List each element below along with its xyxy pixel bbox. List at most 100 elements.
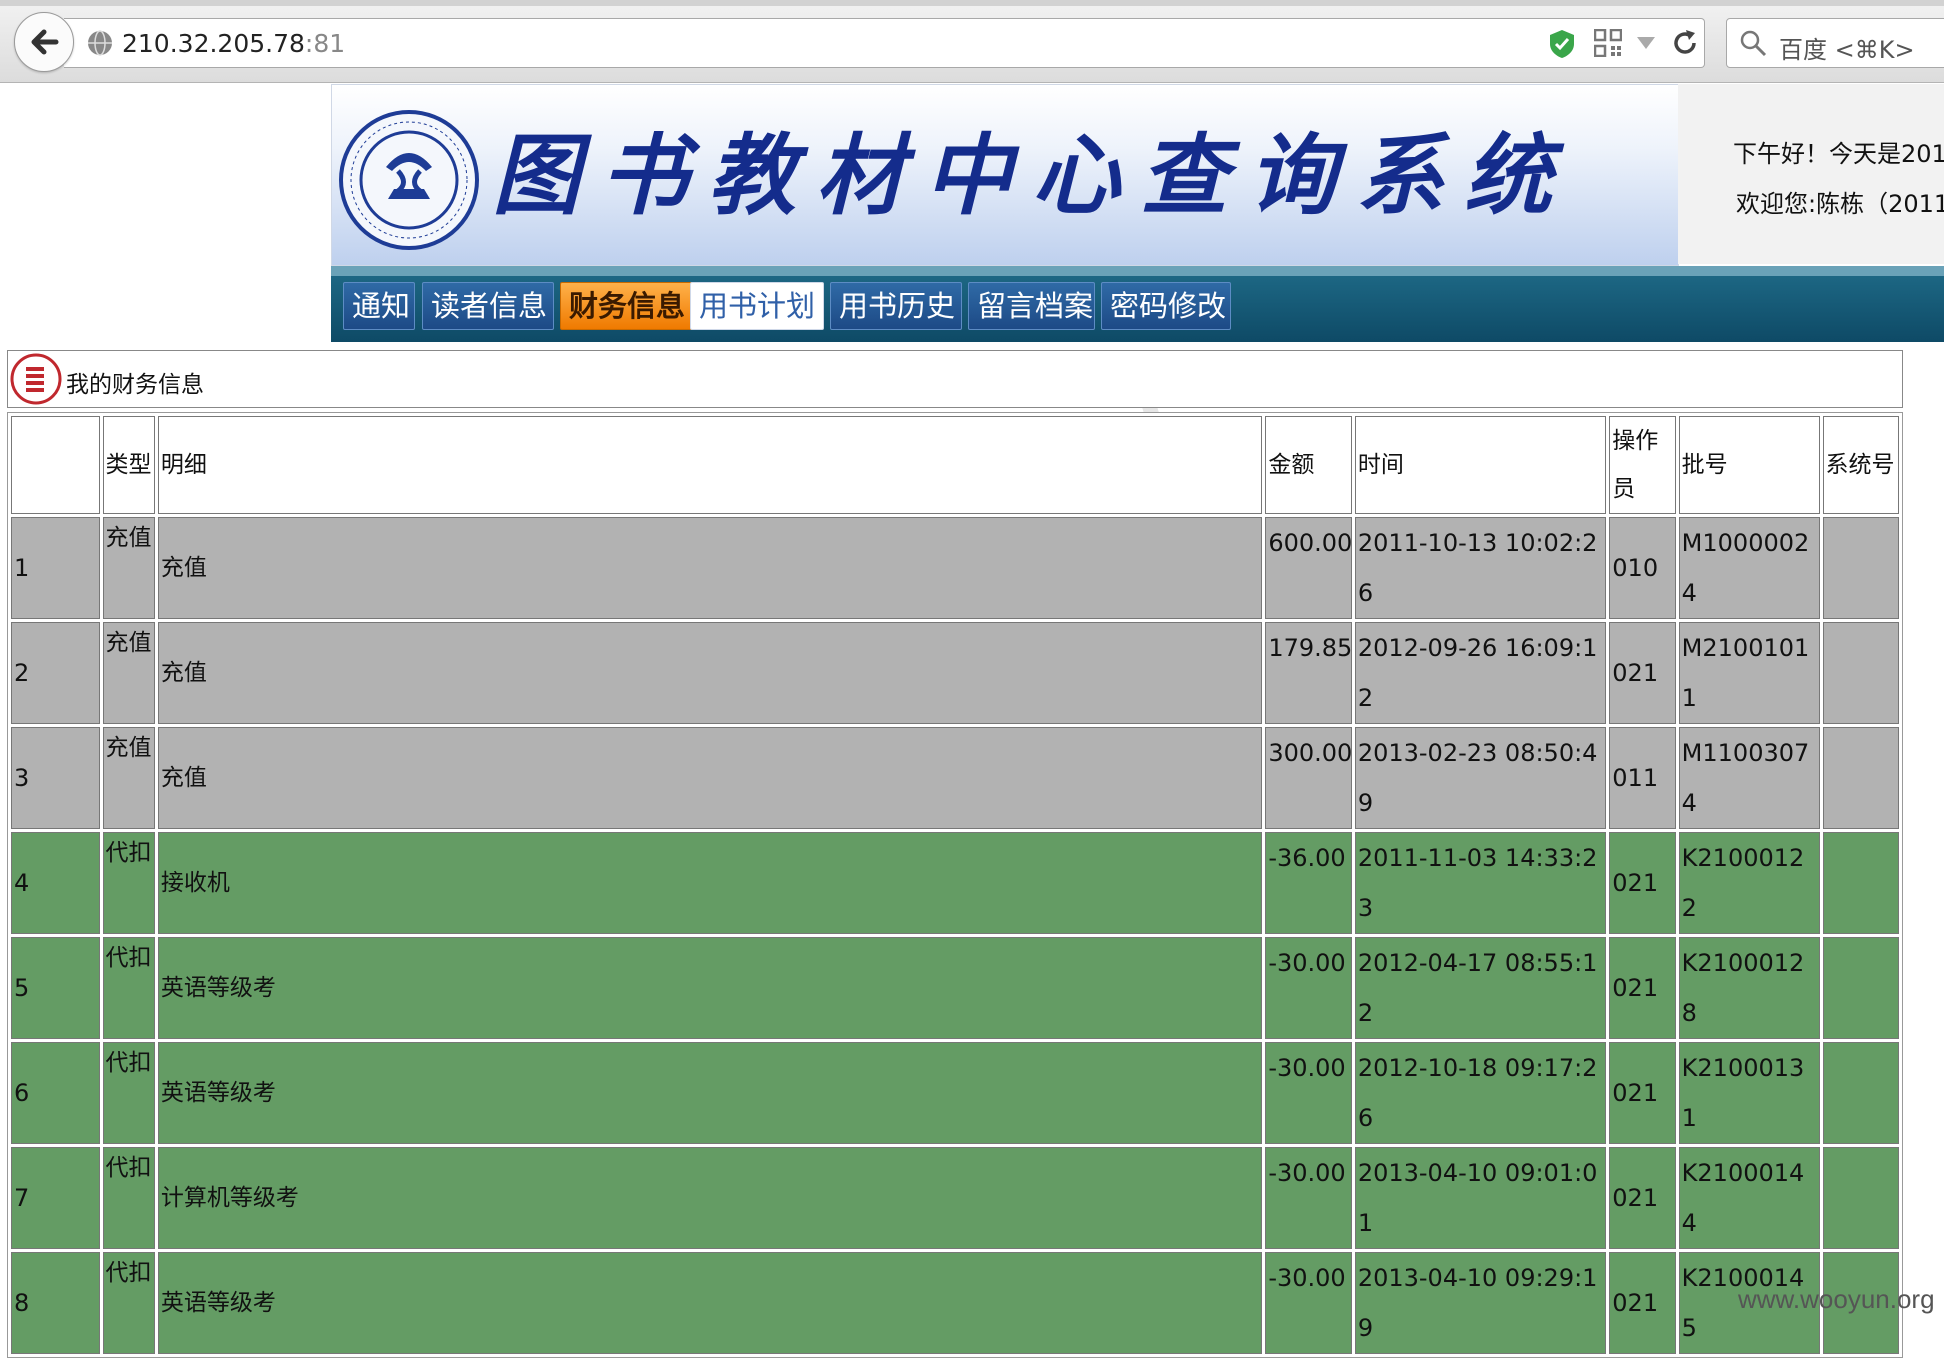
cell-type: 代扣 <box>102 937 155 1039</box>
cell-detail: 充值 <box>157 727 1263 829</box>
cell-amount: -30.00 <box>1265 1252 1352 1354</box>
col-header-type: 类型 <box>102 416 155 514</box>
greeting-panel: 下午好！今天是201 欢迎您:陈栋（2011 <box>1678 84 1944 264</box>
browser-toolbar: 210.32.205.78:81 百度 <⌘K> <box>0 0 1944 83</box>
cell-type: 充值 <box>102 517 155 619</box>
cell-detail: 计算机等级考 <box>157 1147 1263 1249</box>
cell-no: 4 <box>11 832 100 934</box>
cell-type: 代扣 <box>102 832 155 934</box>
cell-detail: 充值 <box>157 517 1263 619</box>
cell-no: 2 <box>11 622 100 724</box>
cell-operator: 021 <box>1609 832 1676 934</box>
tab-book-history[interactable]: 用书历史 <box>830 282 962 330</box>
table-row: 1 充值 充值 600.00 2011-10-13 10:02:26 010 M… <box>11 517 1899 619</box>
table-row: 3 充值 充值 300.00 2013-02-23 08:50:49 011 M… <box>11 727 1899 829</box>
url-port: :81 <box>304 29 346 58</box>
cell-time: 2013-04-10 09:29:19 <box>1354 1252 1607 1354</box>
cell-batch: M11003074 <box>1678 727 1820 829</box>
cell-amount: 300.00 <box>1265 727 1352 829</box>
shield-check-icon[interactable] <box>1548 29 1576 63</box>
cell-type: 代扣 <box>102 1147 155 1249</box>
cell-no: 7 <box>11 1147 100 1249</box>
tab-reader-info[interactable]: 读者信息 <box>422 282 554 330</box>
page-title: 图书教材中心查询系统 <box>492 123 1573 227</box>
col-header-sysno: 系统号 <box>1822 416 1899 514</box>
cell-no: 1 <box>11 517 100 619</box>
cell-no: 6 <box>11 1042 100 1144</box>
col-header-detail: 明细 <box>157 416 1263 514</box>
table-row: 5 代扣 英语等级考 -30.00 2012-04-17 08:55:12 02… <box>11 937 1899 1039</box>
cell-time: 2013-02-23 08:50:49 <box>1354 727 1607 829</box>
cell-type: 代扣 <box>102 1252 155 1354</box>
cell-amount: -30.00 <box>1265 1042 1352 1144</box>
tab-notice[interactable]: 通知 <box>343 282 415 330</box>
cell-amount: 179.85 <box>1265 622 1352 724</box>
cell-operator: 021 <box>1609 1042 1676 1144</box>
cell-detail: 接收机 <box>157 832 1263 934</box>
greeting-time: 下午好！今天是201 <box>1733 140 1944 168</box>
dropdown-icon[interactable] <box>1636 35 1656 54</box>
cell-detail: 充值 <box>157 622 1263 724</box>
table-header-row: 类型 明细 金额 时间 操作员 批号 系统号 <box>11 416 1899 514</box>
cell-time: 2011-10-13 10:02:26 <box>1354 517 1607 619</box>
table-row: 4 代扣 接收机 -36.00 2011-11-03 14:33:23 021 … <box>11 832 1899 934</box>
cell-type: 代扣 <box>102 1042 155 1144</box>
col-header-operator: 操作员 <box>1609 416 1676 514</box>
cell-operator: 021 <box>1609 1147 1676 1249</box>
cell-detail: 英语等级考 <box>157 937 1263 1039</box>
cell-time: 2013-04-10 09:01:01 <box>1354 1147 1607 1249</box>
cell-batch: K21000128 <box>1678 937 1820 1039</box>
cell-amount: -30.00 <box>1265 1147 1352 1249</box>
cell-batch: M10000024 <box>1678 517 1820 619</box>
greeting-user: 欢迎您:陈栋（2011 <box>1736 190 1944 218</box>
cell-batch: M21001011 <box>1678 622 1820 724</box>
cell-operator: 010 <box>1609 517 1676 619</box>
site-watermark: www.wooyun.org <box>1738 1284 1935 1314</box>
search-placeholder: 百度 <⌘K> <box>1779 36 1915 64</box>
url-text[interactable]: 210.32.205.78:81 <box>122 29 345 58</box>
col-header-batch: 批号 <box>1678 416 1820 514</box>
cell-amount: 600.00 <box>1265 517 1352 619</box>
cell-time: 2012-04-17 08:55:12 <box>1354 937 1607 1039</box>
tab-message-archive[interactable]: 留言档案 <box>968 282 1095 330</box>
cell-sysno <box>1822 1042 1899 1144</box>
table-row: 8 代扣 英语等级考 -30.00 2013-04-10 09:29:19 02… <box>11 1252 1899 1354</box>
cell-time: 2012-09-26 16:09:12 <box>1354 622 1607 724</box>
back-button[interactable] <box>14 12 74 72</box>
tab-book-plan[interactable]: 用书计划 <box>690 282 824 330</box>
cell-batch: K21000131 <box>1678 1042 1820 1144</box>
cell-sysno <box>1822 622 1899 724</box>
search-box[interactable]: 百度 <⌘K> <box>1726 18 1944 68</box>
reload-icon[interactable] <box>1670 28 1700 62</box>
table-row: 7 代扣 计算机等级考 -30.00 2013-04-10 09:01:01 0… <box>11 1147 1899 1249</box>
finance-table: 类型 明细 金额 时间 操作员 批号 系统号 1 充值 充值 600.00 20… <box>7 412 1903 1358</box>
col-header-time: 时间 <box>1354 416 1607 514</box>
cell-sysno <box>1822 727 1899 829</box>
tab-strip <box>0 0 1944 6</box>
qr-code-icon[interactable] <box>1593 28 1623 61</box>
university-seal-icon <box>338 109 480 255</box>
back-arrow-icon <box>31 29 59 55</box>
url-host: 210.32.205.78 <box>122 29 305 58</box>
nav-shine <box>331 266 1944 276</box>
list-icon <box>10 353 62 409</box>
tab-finance-info[interactable]: 财务信息 <box>560 282 697 330</box>
section-header: 我的财务信息 <box>7 350 1903 408</box>
globe-icon <box>86 29 114 61</box>
col-header-no <box>11 416 100 514</box>
cell-no: 5 <box>11 937 100 1039</box>
cell-no: 8 <box>11 1252 100 1354</box>
address-bar[interactable]: 210.32.205.78:81 <box>64 18 1705 68</box>
cell-sysno <box>1822 517 1899 619</box>
cell-operator: 021 <box>1609 1252 1676 1354</box>
cell-sysno <box>1822 832 1899 934</box>
cell-type: 充值 <box>102 727 155 829</box>
table-row: 6 代扣 英语等级考 -30.00 2012-10-18 09:17:26 02… <box>11 1042 1899 1144</box>
cell-time: 2011-11-03 14:33:23 <box>1354 832 1607 934</box>
cell-amount: -30.00 <box>1265 937 1352 1039</box>
cell-batch: K21000144 <box>1678 1147 1820 1249</box>
cell-operator: 021 <box>1609 622 1676 724</box>
section-title: 我的财务信息 <box>66 372 204 398</box>
cell-detail: 英语等级考 <box>157 1042 1263 1144</box>
col-header-amount: 金额 <box>1265 416 1352 514</box>
